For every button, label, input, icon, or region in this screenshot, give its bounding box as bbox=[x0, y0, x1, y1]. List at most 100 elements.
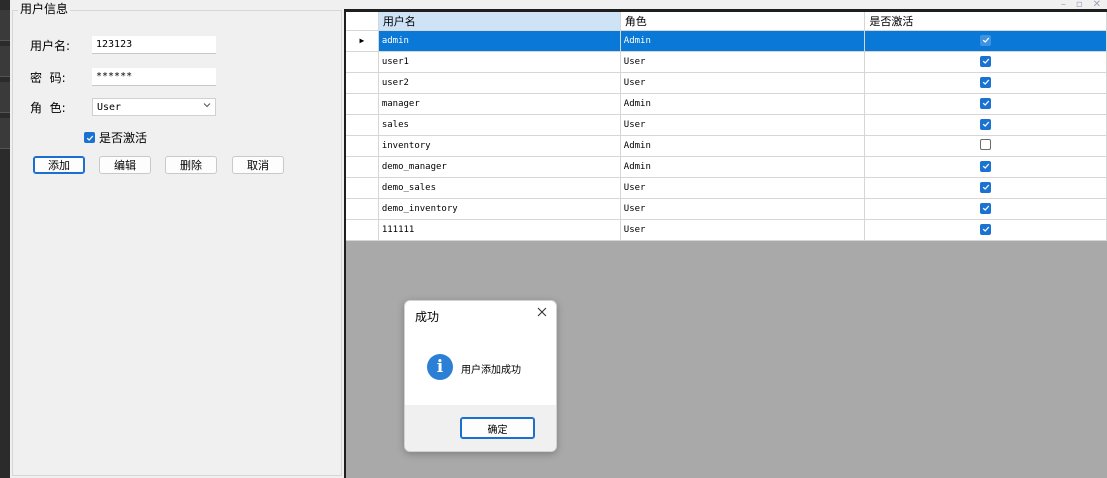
cell-active[interactable] bbox=[864, 93, 1107, 115]
cell-role[interactable]: User bbox=[620, 51, 866, 73]
active-checkbox[interactable] bbox=[980, 223, 992, 235]
close-icon[interactable] bbox=[536, 306, 548, 318]
cell-username[interactable]: demo_sales bbox=[378, 177, 621, 199]
table-row[interactable]: manager Admin bbox=[346, 93, 1107, 115]
check-icon bbox=[982, 226, 989, 233]
strip-tab[interactable] bbox=[0, 10, 10, 41]
cell-active[interactable] bbox=[864, 30, 1107, 52]
table-row[interactable]: demo_inventory User bbox=[346, 198, 1107, 220]
active-checkbox-row[interactable]: 是否激活 bbox=[84, 129, 147, 146]
check-icon bbox=[982, 184, 989, 191]
ok-button[interactable]: 确定 bbox=[460, 417, 535, 439]
chevron-down-icon bbox=[203, 103, 211, 108]
role-label: 角 色: bbox=[30, 101, 66, 115]
cell-active[interactable] bbox=[864, 156, 1107, 178]
table-row[interactable]: 111111 User bbox=[346, 219, 1107, 241]
username-input[interactable]: 123123 bbox=[92, 36, 216, 54]
dialog-message: 用户添加成功 bbox=[461, 365, 521, 376]
active-checkbox[interactable] bbox=[980, 202, 992, 214]
active-label: 是否激活 bbox=[99, 131, 148, 145]
row-header[interactable] bbox=[346, 198, 379, 220]
cell-role[interactable]: User bbox=[620, 114, 866, 136]
row-header[interactable]: ▶ bbox=[346, 30, 379, 52]
cell-role[interactable]: Admin bbox=[620, 156, 866, 178]
check-icon bbox=[86, 135, 93, 141]
check-icon bbox=[982, 58, 989, 65]
password-input[interactable]: ****** bbox=[92, 68, 216, 86]
check-icon bbox=[982, 205, 989, 212]
dialog-title: 成功 bbox=[415, 310, 440, 324]
cell-active[interactable] bbox=[864, 219, 1107, 241]
row-header[interactable] bbox=[346, 72, 379, 94]
cell-role[interactable]: User bbox=[620, 219, 866, 241]
check-icon bbox=[982, 37, 989, 44]
cell-username[interactable]: 111111 bbox=[378, 219, 621, 241]
cell-username[interactable]: admin bbox=[378, 30, 621, 52]
active-checkbox[interactable] bbox=[980, 181, 992, 193]
cell-username[interactable]: user1 bbox=[378, 51, 621, 73]
cell-username[interactable]: manager bbox=[378, 93, 621, 115]
table-row[interactable]: ▶ admin Admin bbox=[346, 30, 1107, 52]
table-row[interactable]: user2 User bbox=[346, 72, 1107, 94]
active-checkbox[interactable] bbox=[980, 118, 992, 130]
table-row[interactable]: sales User bbox=[346, 114, 1107, 136]
row-header[interactable] bbox=[346, 93, 379, 115]
cell-active[interactable] bbox=[864, 114, 1107, 136]
active-checkbox[interactable] bbox=[980, 34, 992, 46]
cell-role[interactable]: Admin bbox=[620, 30, 866, 52]
row-header[interactable] bbox=[346, 135, 379, 157]
table-row[interactable]: inventory Admin bbox=[346, 135, 1107, 157]
group-title: 用户信息 bbox=[18, 2, 71, 16]
column-header-active[interactable]: 是否激活 bbox=[864, 12, 1107, 31]
strip-tab[interactable] bbox=[0, 118, 10, 149]
row-header[interactable] bbox=[346, 156, 379, 178]
cell-active[interactable] bbox=[864, 51, 1107, 73]
cell-active[interactable] bbox=[864, 135, 1107, 157]
table-row[interactable]: user1 User bbox=[346, 51, 1107, 73]
check-icon bbox=[982, 100, 989, 107]
cell-role[interactable]: User bbox=[620, 198, 866, 220]
strip-tab[interactable] bbox=[0, 82, 10, 113]
cell-username[interactable]: sales bbox=[378, 114, 621, 136]
edit-button[interactable]: 编辑 bbox=[99, 156, 151, 174]
info-icon: i bbox=[427, 354, 453, 380]
column-header-username[interactable]: 用户名 bbox=[378, 12, 621, 31]
success-dialog: 成功 i 用户添加成功 确定 bbox=[404, 300, 557, 452]
row-header[interactable] bbox=[346, 177, 379, 199]
left-strip bbox=[0, 0, 10, 478]
row-header[interactable] bbox=[346, 219, 379, 241]
delete-button[interactable]: 删除 bbox=[165, 156, 217, 174]
cell-role[interactable]: Admin bbox=[620, 135, 866, 157]
row-header[interactable] bbox=[346, 51, 379, 73]
active-checkbox[interactable] bbox=[980, 139, 992, 150]
role-select-value: User bbox=[97, 102, 122, 113]
cell-username[interactable]: user2 bbox=[378, 72, 621, 94]
cell-username[interactable]: inventory bbox=[378, 135, 621, 157]
active-checkbox[interactable] bbox=[980, 97, 992, 109]
cell-username[interactable]: demo_inventory bbox=[378, 198, 621, 220]
active-checkbox[interactable] bbox=[84, 132, 95, 143]
username-label: 用户名: bbox=[30, 39, 71, 53]
cell-active[interactable] bbox=[864, 198, 1107, 220]
table-row[interactable]: demo_manager Admin bbox=[346, 156, 1107, 178]
add-button[interactable]: 添加 bbox=[33, 156, 85, 174]
cell-active[interactable] bbox=[864, 72, 1107, 94]
cell-role[interactable]: User bbox=[620, 177, 866, 199]
password-label: 密 码: bbox=[30, 71, 66, 85]
cancel-button[interactable]: 取消 bbox=[232, 156, 284, 174]
strip-tab[interactable] bbox=[0, 46, 10, 77]
row-header[interactable] bbox=[346, 114, 379, 136]
cell-role[interactable]: User bbox=[620, 72, 866, 94]
users-grid: 用户名 角色 是否激活 ▶ admin Admin user1 User user2 Use… bbox=[346, 12, 1107, 241]
cell-username[interactable]: demo_manager bbox=[378, 156, 621, 178]
active-checkbox[interactable] bbox=[980, 76, 992, 88]
dialog-footer: 确定 bbox=[405, 405, 556, 451]
active-checkbox[interactable] bbox=[980, 55, 992, 67]
cell-role[interactable]: Admin bbox=[620, 93, 866, 115]
table-row[interactable]: demo_sales User bbox=[346, 177, 1107, 199]
cell-active[interactable] bbox=[864, 177, 1107, 199]
role-select[interactable]: User bbox=[92, 98, 216, 116]
column-header-role[interactable]: 角色 bbox=[620, 12, 866, 31]
active-checkbox[interactable] bbox=[980, 160, 992, 172]
check-icon bbox=[982, 79, 989, 86]
